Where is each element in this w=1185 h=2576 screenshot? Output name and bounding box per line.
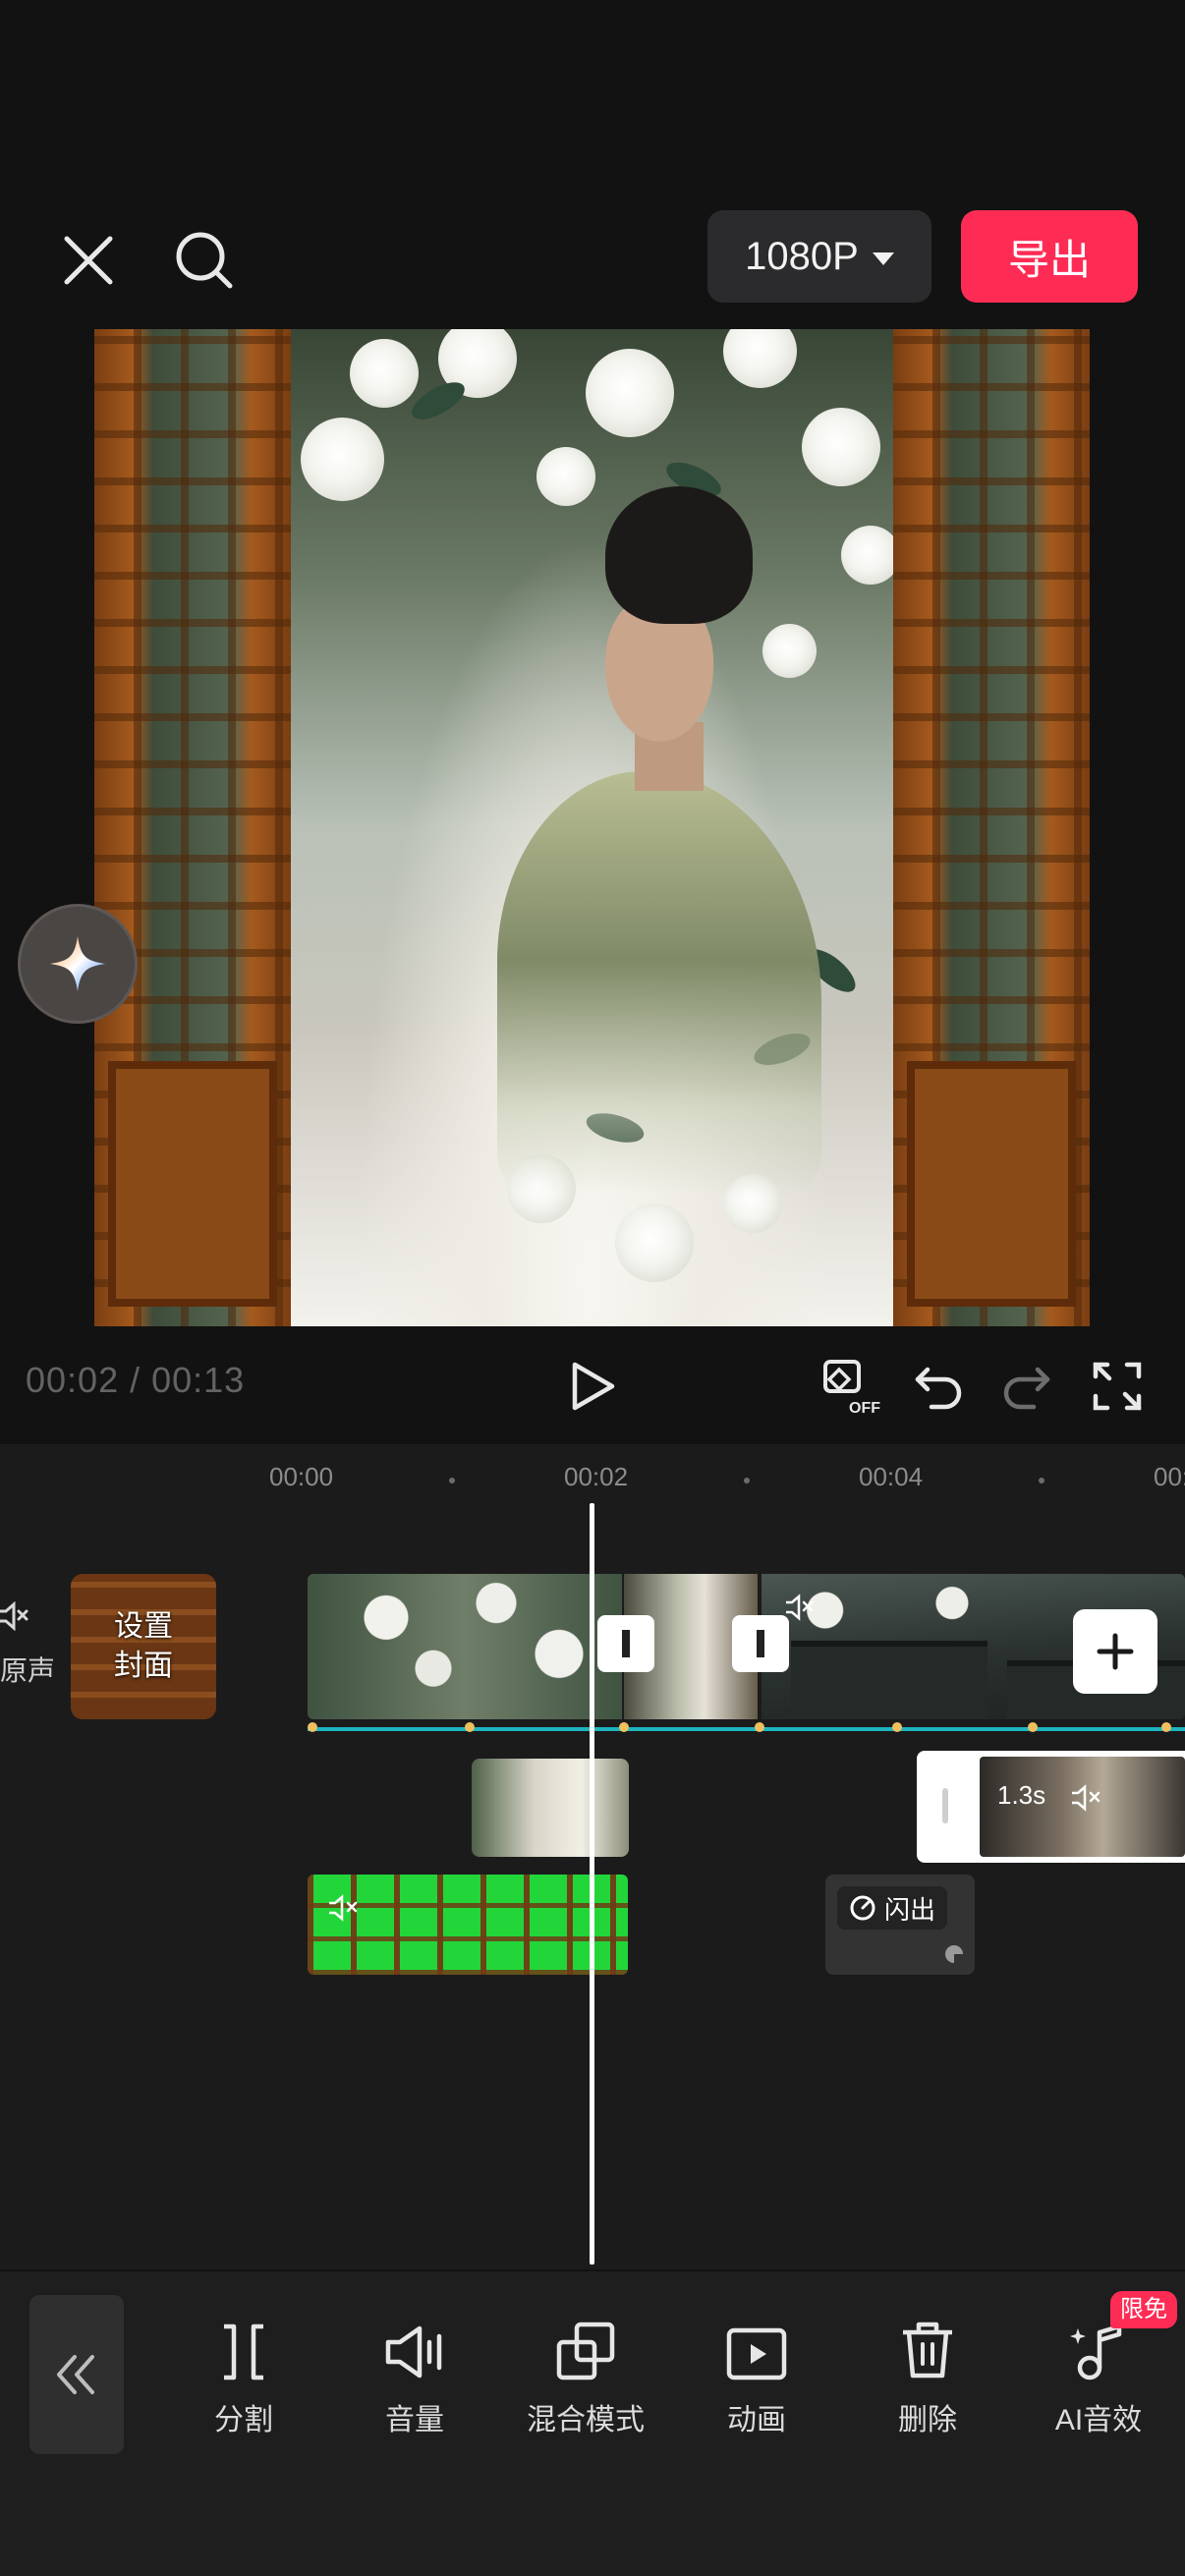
close-button[interactable]: [49, 221, 128, 300]
fan-icon: [945, 1945, 963, 1963]
tick-dot: [449, 1478, 455, 1484]
transition-button[interactable]: [732, 1615, 789, 1672]
video-preview[interactable]: [94, 329, 1090, 1326]
animation-icon: [726, 2327, 787, 2380]
keyframe-dot: [1028, 1722, 1038, 1732]
bottom-toolbar: 分割 音量 混合模式 动画 删除 AI音效: [0, 2271, 1185, 2576]
effect-label: 闪出: [884, 1894, 936, 1925]
tick-label: 00:04: [859, 1462, 924, 1491]
overlay-clip-selected[interactable]: 1.3s: [917, 1751, 1185, 1863]
set-cover-button[interactable]: 设置 封面: [71, 1574, 216, 1719]
clip-muted-icon: [786, 1594, 814, 1621]
export-button[interactable]: 导出: [961, 210, 1138, 303]
undo-button[interactable]: [906, 1354, 971, 1419]
keyframe-dot: [755, 1722, 764, 1732]
double-chevron-left-icon: [57, 2355, 94, 2394]
speaker-muted-icon: [0, 1600, 28, 1632]
svg-text:OFF: OFF: [849, 1400, 880, 1417]
split-icon: [224, 2324, 263, 2380]
tick-label: 00:02: [564, 1462, 629, 1491]
play-button[interactable]: [560, 1354, 625, 1419]
overlay-duration: 1.3s: [997, 1780, 1046, 1810]
overlay-muted-icon: [1072, 1784, 1100, 1812]
blend-mode-icon: [556, 2322, 615, 2380]
left-door: [94, 329, 291, 1326]
tool-label: 分割: [214, 2404, 273, 2436]
original-sound-label: 原声: [0, 1655, 56, 1686]
back-button[interactable]: [29, 2295, 124, 2454]
add-clip-button[interactable]: [1073, 1609, 1157, 1694]
plus-icon: [1097, 1633, 1134, 1670]
tool-blend-mode[interactable]: 混合模式: [507, 2311, 664, 2438]
cover-label-line2: 封面: [114, 1650, 173, 1682]
tick-dot: [1039, 1478, 1044, 1484]
effect-chip: 闪出: [837, 1886, 948, 1930]
redo-icon: [1003, 1367, 1050, 1410]
effect-icon: [850, 1895, 875, 1921]
original-sound-toggle[interactable]: 原声: [0, 1600, 59, 1689]
top-bar: 1080P 导出: [0, 196, 1185, 319]
tool-label: 删除: [898, 2404, 957, 2436]
tick-dot: [744, 1478, 750, 1484]
caret-down-icon: [872, 252, 894, 265]
tool-split[interactable]: 分割: [165, 2311, 322, 2438]
clip-muted-icon: [329, 1894, 358, 1922]
redo-button[interactable]: [994, 1354, 1059, 1419]
tool-animation[interactable]: 动画: [678, 2311, 835, 2438]
keyframe-dot: [619, 1722, 629, 1732]
playback-bar: 00:02 / 00:13 OFF: [0, 1346, 1185, 1425]
tool-ai-sound-effect[interactable]: AI音效: [1020, 2311, 1177, 2438]
limited-free-badge: 限免: [1110, 2291, 1177, 2328]
search-icon: [176, 232, 233, 289]
tool-volume[interactable]: 音量: [336, 2311, 493, 2438]
volume-icon: [385, 2325, 442, 2379]
cover-label-line1: 设置: [114, 1610, 173, 1643]
tool-label: 混合模式: [527, 2404, 645, 2436]
audio-keyframe-line: [308, 1727, 1185, 1731]
overlay-clip[interactable]: [472, 1759, 629, 1857]
tool-label: 动画: [727, 2404, 786, 2436]
tool-delete[interactable]: 删除: [849, 2311, 1006, 2438]
keyframe-off-icon: OFF: [823, 1360, 880, 1417]
right-door: [893, 329, 1090, 1326]
keyframe-off-button[interactable]: OFF: [819, 1354, 884, 1419]
ai-assistant-button[interactable]: [18, 904, 138, 1024]
keyframe-dot: [1161, 1722, 1171, 1732]
close-icon: [64, 236, 113, 285]
tick-label: 00:00: [269, 1462, 334, 1491]
keyframe-dot: [308, 1722, 317, 1732]
tick-label: 00:06: [1154, 1462, 1185, 1491]
search-button[interactable]: [165, 221, 244, 300]
resolution-label: 1080P: [745, 234, 859, 278]
green-screen-clip[interactable]: [308, 1875, 628, 1975]
timecode: 00:02 / 00:13: [26, 1360, 246, 1400]
fullscreen-icon: [1093, 1362, 1142, 1411]
playhead[interactable]: [590, 1503, 594, 2265]
resolution-dropdown[interactable]: 1080P: [707, 210, 931, 303]
fullscreen-button[interactable]: [1085, 1354, 1150, 1419]
tool-label: 音量: [385, 2404, 444, 2436]
trim-handle[interactable]: [942, 1788, 948, 1823]
keyframe-dot: [465, 1722, 475, 1732]
play-icon: [572, 1362, 615, 1411]
video-clip[interactable]: [308, 1574, 622, 1719]
tool-label: AI音效: [1054, 2404, 1143, 2436]
keyframe-dot: [892, 1722, 902, 1732]
effect-clip[interactable]: 闪出: [825, 1875, 975, 1975]
sparkle-icon: [50, 936, 105, 991]
woman-figure: [497, 486, 821, 1194]
delete-icon: [903, 2322, 952, 2379]
transition-button[interactable]: [597, 1615, 654, 1672]
undo-icon: [915, 1367, 962, 1410]
